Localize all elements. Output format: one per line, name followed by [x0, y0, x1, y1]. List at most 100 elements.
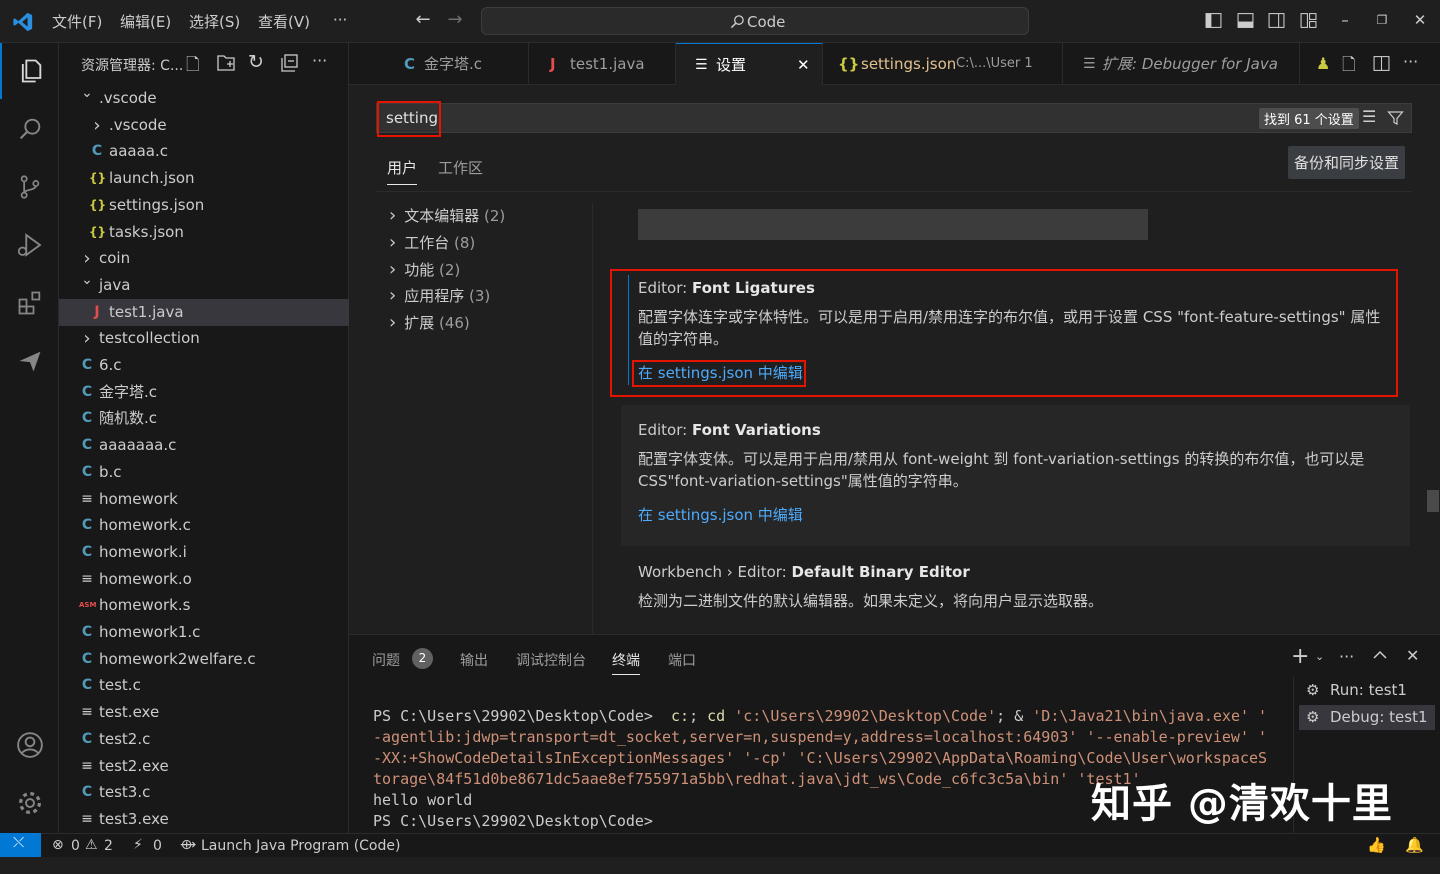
tree-item[interactable]: ≡ homework — [59, 486, 349, 513]
tree-item[interactable]: › coin — [59, 245, 349, 272]
tree-item[interactable]: {} settings.json — [59, 192, 349, 219]
more-actions-icon[interactable]: ··· — [312, 51, 327, 70]
tab-jinzita-c[interactable]: C 金字塔.c — [384, 43, 529, 85]
extensions-activity[interactable] — [0, 275, 59, 331]
tree-item[interactable]: {} launch.json — [59, 165, 349, 192]
tree-item[interactable]: Chomework.c — [59, 512, 349, 539]
tree-item[interactable]: Caaaaaaa.c — [59, 432, 349, 459]
tree-item[interactable]: C 随机数.c — [59, 405, 349, 432]
backup-sync-button[interactable]: 备份和同步设置 — [1288, 146, 1406, 179]
feedback-icon[interactable]: 👍 — [1367, 836, 1386, 854]
tree-item[interactable]: ≡ test.exe — [59, 699, 349, 726]
editor-more-icon[interactable]: ··· — [1403, 52, 1418, 71]
explorer-activity[interactable] — [0, 43, 59, 99]
tab-settings-json[interactable]: {} settings.json C:\...\User 1 — [823, 43, 1063, 85]
toc-item[interactable]: › 应用程序 (3) — [389, 285, 490, 306]
clear-filter-icon[interactable]: ☰ — [1362, 107, 1376, 126]
tab-test1-java[interactable]: J test1.java — [529, 43, 676, 85]
close-panel-icon[interactable]: ✕ — [1406, 646, 1419, 665]
new-file-icon[interactable]: 🗋 — [186, 52, 200, 81]
tree-item[interactable]: Chomework.i — [59, 539, 349, 566]
scope-tab-workspace[interactable]: 工作区 — [438, 157, 483, 178]
new-folder-icon[interactable] — [217, 54, 237, 72]
split-editor-icon[interactable] — [1373, 55, 1390, 72]
tree-item[interactable]: {} tasks.json — [59, 219, 349, 246]
menu-file[interactable]: 文件(F) — [52, 11, 102, 32]
source-control-activity[interactable] — [0, 159, 59, 215]
menu-edit[interactable]: 编辑(E) — [120, 11, 171, 32]
editor-scrollbar-thumb[interactable] — [1427, 490, 1439, 512]
tree-item[interactable]: Caaaaa.c — [59, 138, 349, 165]
debug-bug-icon[interactable]: ♟ — [1316, 54, 1330, 73]
new-terminal-icon[interactable]: + — [1291, 644, 1309, 669]
panel-tab-output[interactable]: 输出 — [460, 650, 488, 670]
terminal-run-test1[interactable]: ⚙ Run: test1 — [1299, 678, 1435, 703]
tree-item[interactable]: Jtest1.java — [59, 298, 349, 326]
back-arrow-icon[interactable]: ← — [414, 11, 432, 29]
panel-tab-ports[interactable]: 端口 — [668, 650, 696, 670]
toc-item[interactable]: › 文本编辑器 (2) — [389, 205, 505, 226]
settings-search-input[interactable]: setting 找到 61 个设置 ☰ — [376, 103, 1412, 133]
search-activity[interactable] — [0, 101, 59, 157]
launch-icon[interactable]: ⟴ — [180, 837, 196, 853]
warning-icon[interactable]: ⚠ — [85, 837, 98, 853]
launch-config[interactable]: Launch Java Program (Code) — [201, 838, 400, 854]
customize-layout-icon[interactable] — [1300, 12, 1317, 29]
tree-item[interactable]: ≡ test2.exe — [59, 753, 349, 780]
tree-item[interactable]: ≡ homework.o — [59, 566, 349, 593]
tree-item[interactable]: ⌄ .vscode — [59, 85, 349, 112]
remote-indicator[interactable]: ⤬ — [0, 833, 41, 857]
panel-more-icon[interactable]: ··· — [1339, 647, 1354, 666]
run-debug-activity[interactable] — [0, 217, 59, 273]
accounts-activity[interactable] — [0, 717, 59, 773]
tree-item[interactable]: Ctest3.c — [59, 779, 349, 806]
toggle-primary-sidebar-icon[interactable] — [1205, 12, 1222, 29]
tree-item[interactable]: Chomework1.c — [59, 619, 349, 646]
menu-selection[interactable]: 选择(S) — [189, 11, 240, 32]
restore-icon[interactable]: ❐ — [1373, 11, 1391, 29]
tree-item[interactable]: Chomework2welfare.c — [59, 646, 349, 673]
setting-value-input[interactable] — [638, 209, 1148, 240]
toc-item[interactable]: › 功能 (2) — [389, 259, 460, 280]
tab-extension-debugger[interactable]: ☰ 扩展: Debugger for Java — [1063, 43, 1300, 85]
errors-icon[interactable]: ⊗ — [52, 837, 64, 853]
panel-tab-terminal[interactable]: 终端 — [612, 650, 640, 675]
collapse-all-icon[interactable] — [281, 54, 299, 72]
toggle-secondary-sidebar-icon[interactable] — [1268, 12, 1285, 29]
tree-item[interactable]: C 6.c — [59, 352, 349, 379]
menu-view[interactable]: 查看(V) — [258, 11, 310, 32]
command-center[interactable]: Code — [481, 7, 1029, 35]
toc-item[interactable]: › 扩展 (46) — [389, 312, 470, 333]
menu-more[interactable]: ··· — [333, 11, 347, 29]
open-settings-json-icon[interactable]: 🗋 — [1342, 52, 1356, 81]
toc-item[interactable]: › 工作台 (8) — [389, 232, 475, 253]
panel-tab-debug-console[interactable]: 调试控制台 — [516, 650, 586, 670]
filter-icon[interactable] — [1387, 110, 1404, 126]
edit-in-settings-json-link[interactable]: 在 settings.json 中编辑 — [638, 504, 803, 525]
tree-item[interactable]: Cb.c — [59, 459, 349, 486]
tab-settings[interactable]: ☰ 设置 ✕ — [676, 43, 823, 85]
tree-item[interactable]: › testcollection — [59, 325, 349, 352]
tree-item[interactable]: ⌄ java — [59, 272, 349, 299]
send-activity[interactable] — [0, 333, 59, 389]
tree-item[interactable]: › .vscode — [59, 112, 349, 139]
bell-icon[interactable]: 🔔 — [1405, 836, 1424, 854]
close-tab-icon[interactable]: ✕ — [797, 44, 810, 86]
minimize-icon[interactable]: – — [1336, 11, 1354, 29]
tree-item[interactable]: Ctest.c — [59, 672, 349, 699]
toggle-panel-icon[interactable] — [1237, 12, 1254, 29]
forward-arrow-icon[interactable]: → — [446, 11, 464, 29]
tree-item[interactable]: Ctest2.c — [59, 726, 349, 753]
refresh-icon[interactable]: ↻ — [248, 51, 264, 73]
tree-item[interactable]: ≡ test3.exe — [59, 806, 349, 833]
close-window-icon[interactable]: ✕ — [1411, 11, 1429, 29]
maximize-panel-icon[interactable] — [1373, 650, 1387, 660]
chevron-down-icon[interactable]: ⌄ — [1315, 650, 1324, 663]
terminal-debug-test1[interactable]: ⚙ Debug: test1 — [1299, 705, 1435, 730]
scope-tab-user[interactable]: 用户 — [387, 157, 418, 185]
tree-item[interactable]: ASM homework.s — [59, 592, 349, 619]
tree-item[interactable]: C 金字塔.c — [59, 379, 349, 406]
manage-activity[interactable] — [0, 775, 59, 831]
panel-tab-problems[interactable]: 问题 — [372, 650, 400, 670]
ports-icon[interactable]: ⚡ — [133, 837, 143, 853]
